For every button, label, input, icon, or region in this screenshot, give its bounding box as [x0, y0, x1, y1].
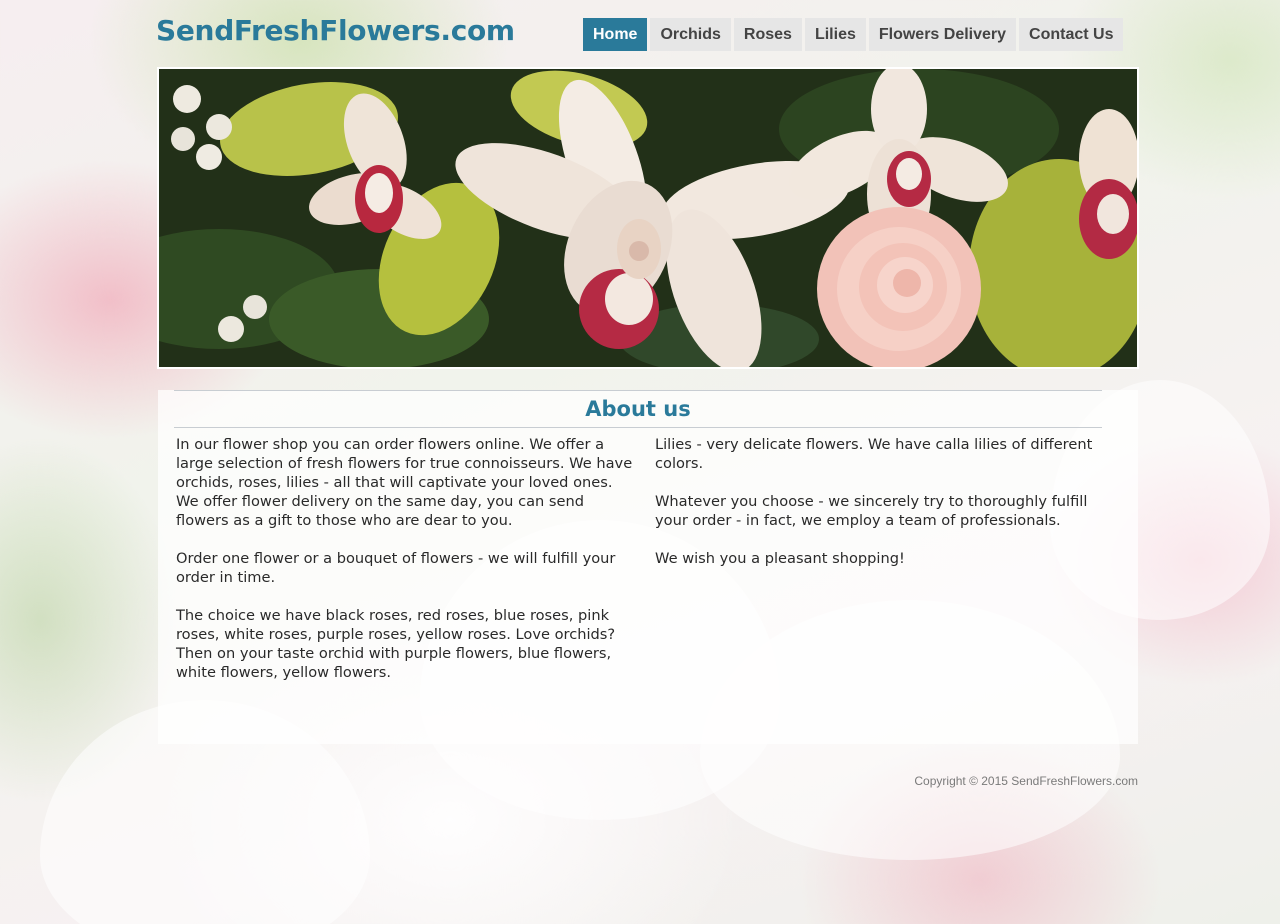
- hero-banner-image: [157, 67, 1139, 369]
- nav-roses[interactable]: Roses: [733, 18, 802, 51]
- footer-copyright: Copyright © 2015 SendFreshFlowers.com: [914, 774, 1138, 788]
- about-section: About us In our flower shop you can orde…: [158, 390, 1138, 744]
- section-heading: About us: [585, 397, 691, 421]
- about-paragraph: Order one flower or a bouquet of flowers…: [176, 550, 616, 586]
- nav-orchids[interactable]: Orchids: [650, 18, 731, 51]
- nav-flowers-delivery[interactable]: Flowers Delivery: [868, 18, 1017, 51]
- about-left-column: In our flower shop you can order flowers…: [176, 435, 638, 701]
- nav-lilies[interactable]: Lilies: [804, 18, 866, 51]
- main-nav: Home Orchids Roses Lilies Flowers Delive…: [583, 18, 1124, 51]
- site-logo[interactable]: SendFreshFlowers.com: [156, 14, 515, 47]
- nav-home[interactable]: Home: [583, 18, 648, 51]
- about-right-column: Lilies - very delicate flowers. We have …: [655, 435, 1105, 587]
- about-paragraph: In our flower shop you can order flowers…: [176, 436, 633, 529]
- nav-contact-us[interactable]: Contact Us: [1019, 18, 1124, 51]
- about-paragraph: The choice we have black roses, red rose…: [176, 607, 616, 681]
- about-paragraph: Lilies - very delicate flowers. We have …: [655, 436, 1093, 472]
- about-paragraph: We wish you a pleasant shopping!: [655, 550, 905, 567]
- divider: [174, 390, 1102, 391]
- divider: [174, 427, 1102, 428]
- about-paragraph: Whatever you choose - we sincerely try t…: [655, 493, 1088, 529]
